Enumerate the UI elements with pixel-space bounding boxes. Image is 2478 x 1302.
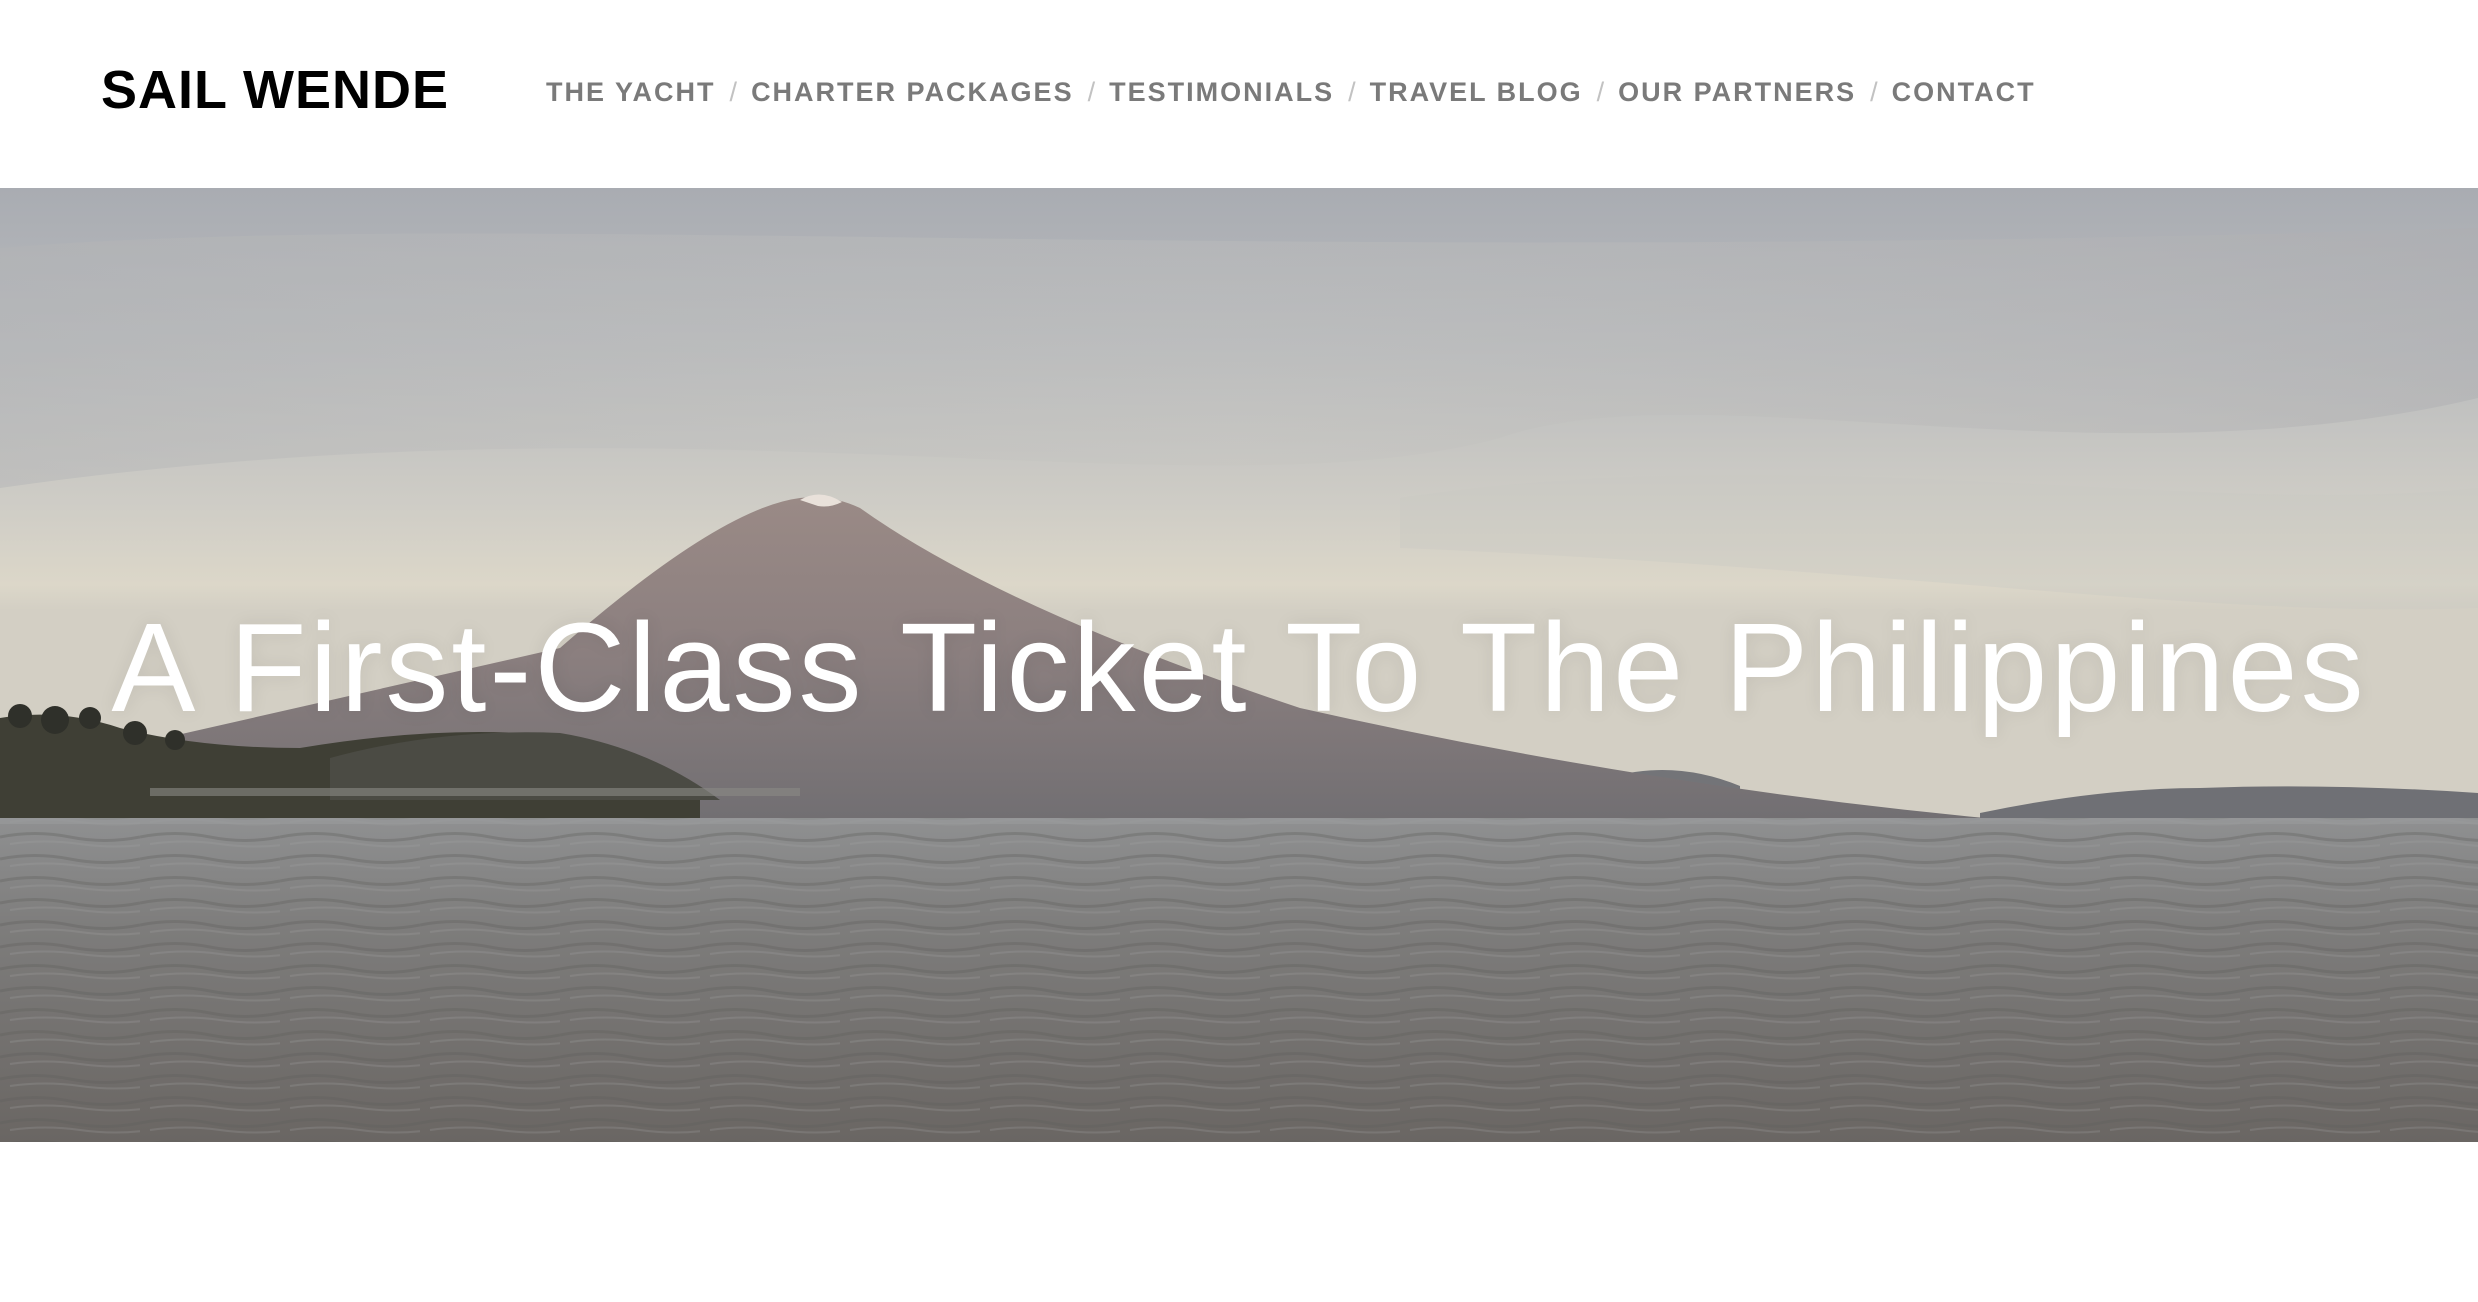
site-title-link[interactable]: SAIL WENDE xyxy=(101,58,449,122)
main-navigation: THE YACHT / CHARTER PACKAGES / TESTIMONI… xyxy=(546,72,2036,112)
nav-separator: / xyxy=(729,77,738,107)
nav-link-charter-packages[interactable]: CHARTER PACKAGES xyxy=(751,72,1074,112)
nav-separator: / xyxy=(1870,77,1878,107)
nav-separator: / xyxy=(1596,77,1605,107)
hero-heading: A First-Class Ticket To The Philippines xyxy=(111,597,2367,738)
nav-separator: / xyxy=(1087,77,1096,107)
hero-banner: A First-Class Ticket To The Philippines xyxy=(0,188,2478,1142)
nav-link-our-partners[interactable]: OUR PARTNERS xyxy=(1618,72,1856,112)
nav-link-the-yacht[interactable]: THE YACHT xyxy=(546,72,716,112)
nav-link-contact[interactable]: CONTACT xyxy=(1892,72,2036,112)
site-header: SAIL WENDE THE YACHT / CHARTER PACKAGES … xyxy=(0,0,2478,188)
nav-link-travel-blog[interactable]: TRAVEL BLOG xyxy=(1370,72,1583,112)
content-area xyxy=(0,1142,2478,1302)
nav-separator: / xyxy=(1348,77,1356,107)
page: SAIL WENDE THE YACHT / CHARTER PACKAGES … xyxy=(0,0,2478,1302)
nav-link-testimonials[interactable]: TESTIMONIALS xyxy=(1109,72,1334,112)
